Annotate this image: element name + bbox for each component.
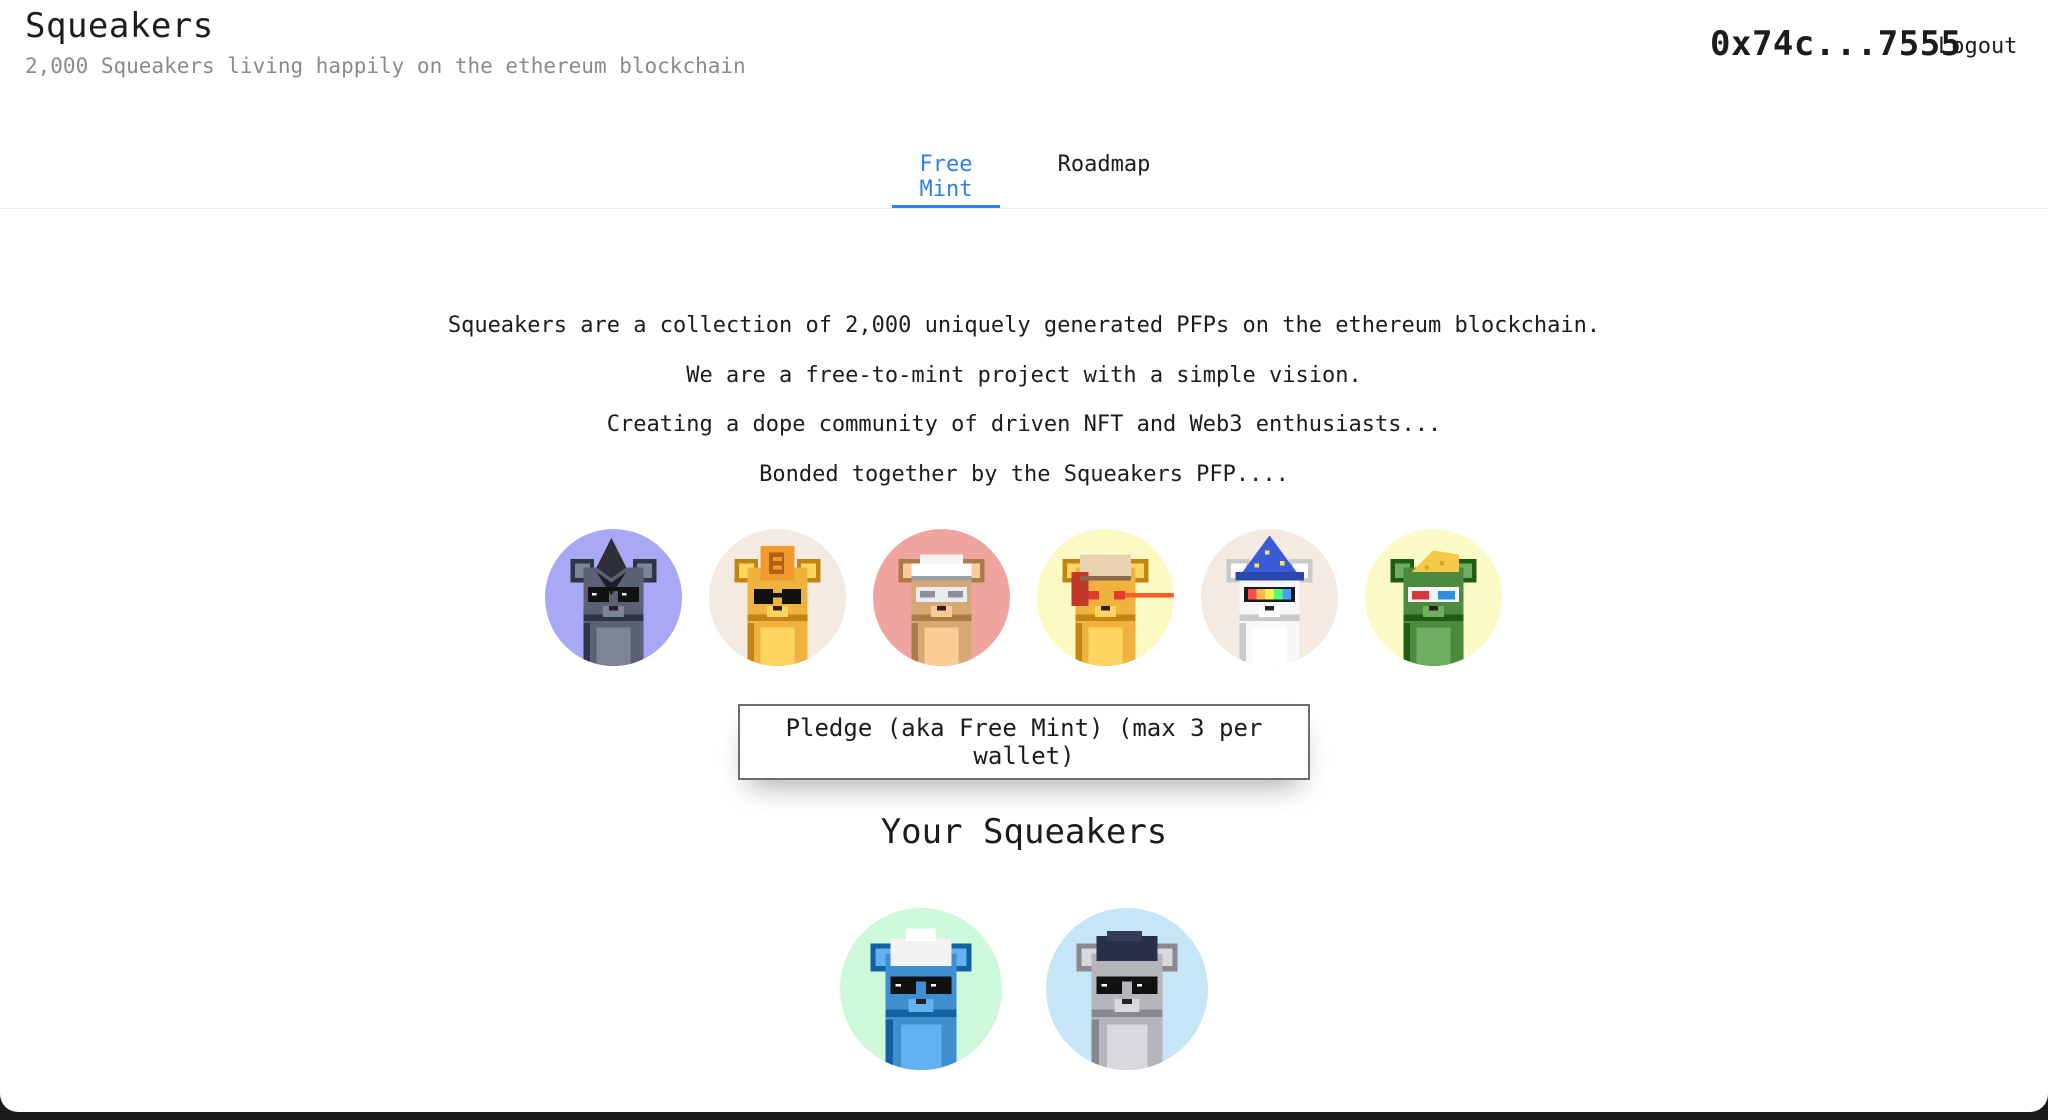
intro-line: Creating a dope community of driven NFT … [606,412,1442,437]
showcase-squeaker-avatar [1201,529,1338,666]
your-squeakers-title: Your Squeakers [880,812,1168,852]
pledge-free-mint-button[interactable]: Pledge (aka Free Mint) (max 3 per wallet… [738,704,1310,780]
intro-line: Bonded together by the Squeakers PFP.... [759,461,1289,487]
owned-squeaker-avatar[interactable] [1046,908,1208,1070]
owned-squeaker-avatar[interactable] [840,908,1002,1070]
showcase-squeaker-avatar [1365,529,1502,666]
brand-title: Squeakers [25,6,214,46]
showcase-squeaker-avatar [545,529,682,666]
page: Squeakers 2,000 Squeakers living happily… [0,0,2048,1112]
intro-line: We are a free-to-mint project with a sim… [686,362,1362,388]
intro-text: Squeakers are a collection of 2,000 uniq… [0,306,2048,504]
showcase-squeaker-avatar [709,529,846,666]
tab-free-mint[interactable]: Free Mint [892,152,1000,208]
showcase-squeaker-avatar [873,529,1010,666]
logout-button[interactable]: Logout [1938,34,2017,59]
tab-bar: Free Mint Roadmap [0,150,2048,209]
tab-roadmap[interactable]: Roadmap [1050,152,1158,208]
intro-line: Squeakers are a collection of 2,000 uniq… [447,313,1601,338]
brand-subtitle: 2,000 Squeakers living happily on the et… [25,54,746,78]
wallet-address[interactable]: 0x74c...7555 [1710,24,1962,64]
showcase-squeaker-avatar [1037,529,1174,666]
